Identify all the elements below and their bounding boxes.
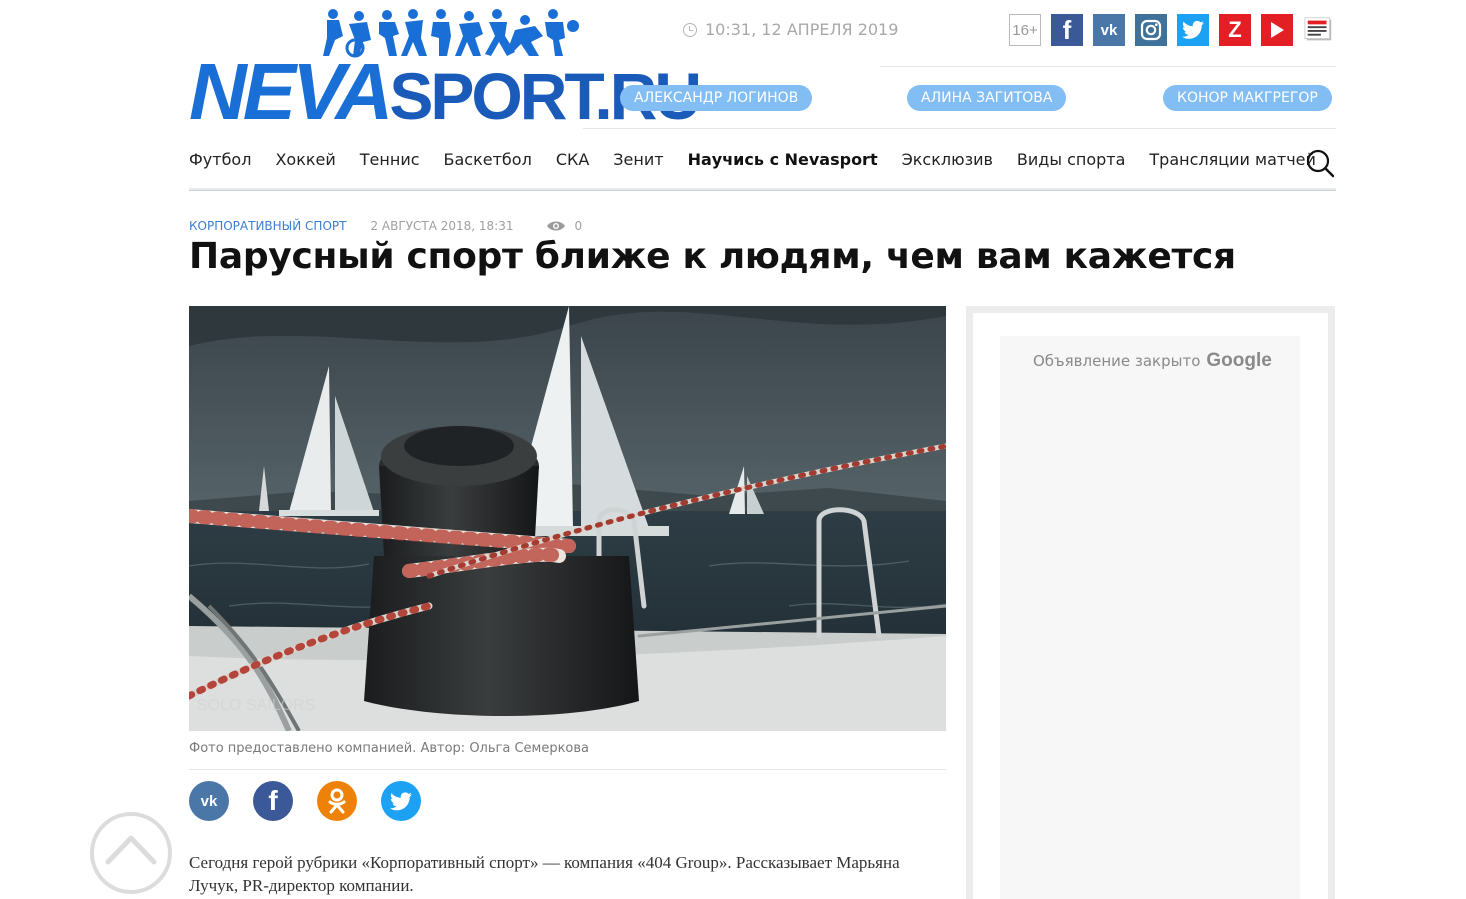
trending-tag[interactable]: АЛЕКСАНДР ЛОГИНОВ (620, 85, 813, 111)
photo-caption: Фото предоставлено компанией. Автор: Оль… (189, 741, 590, 756)
trending-tag[interactable]: КОНОР МАКГРЕГОР (1163, 85, 1332, 111)
datetime-text: 10:31, 12 АПРЕЛЯ 2019 (705, 20, 899, 39)
nav-item-tennis[interactable]: Теннис (360, 150, 420, 169)
vk-share-icon[interactable]: vk (189, 781, 229, 821)
photo-watermark-line: SOLO SAILORS (197, 697, 315, 714)
twitter-icon[interactable] (1177, 14, 1209, 46)
nav-item-zenit[interactable]: Зенит (613, 150, 663, 169)
nav-item-exclusive[interactable]: Эксклюзив (902, 150, 993, 169)
youtube-icon[interactable] (1261, 14, 1293, 46)
eye-icon (546, 221, 565, 231)
header-divider (880, 66, 1336, 67)
article-photo: SOLO SAILORS (189, 306, 946, 731)
header-social-links: 16+ f vk Z (1009, 14, 1335, 46)
view-count: 0 (574, 219, 583, 233)
clock-icon (683, 22, 697, 37)
article-lead: Сегодня герой рубрики «Корпоративный спо… (189, 853, 900, 895)
nav-item-sports[interactable]: Виды спорта (1017, 150, 1125, 169)
trending-tag[interactable]: АЛИНА ЗАГИТОВА (907, 85, 1067, 111)
news-icon[interactable] (1303, 14, 1335, 46)
share-buttons: vk f (189, 781, 421, 821)
google-logo: Google (1206, 350, 1272, 371)
article-meta: КОРПОРАТИВНЫЙ СПОРТ 2 АВГУСТА 2018, 18:3… (189, 219, 582, 233)
nav-item-basketball[interactable]: Баскетбол (444, 150, 532, 169)
main-navigation: Футбол Хоккей Теннис Баскетбол СКА Зенит… (189, 150, 1316, 169)
current-datetime: 10:31, 12 АПРЕЛЯ 2019 (683, 20, 898, 39)
logo-neva: NEVA (189, 47, 393, 136)
nav-item-hockey[interactable]: Хоккей (275, 150, 335, 169)
nav-item-broadcasts[interactable]: Трансляции матчей (1149, 150, 1316, 169)
scroll-to-top-button[interactable] (90, 812, 172, 894)
nav-item-learn[interactable]: Научись с Nevasport (688, 150, 878, 169)
article-category[interactable]: КОРПОРАТИВНЫЙ СПОРТ (189, 219, 346, 233)
site-logo[interactable]: NEVASPORT.RU (189, 6, 702, 132)
nav-divider (583, 128, 1336, 129)
ad-closed-text: Объявление закрыто (1033, 352, 1201, 370)
facebook-icon[interactable]: f (1051, 14, 1083, 46)
ad-closed-notice: Объявление закрыто Google (1033, 350, 1272, 372)
instagram-icon[interactable] (1135, 14, 1167, 46)
article-date: 2 АВГУСТА 2018, 18:31 (370, 219, 514, 233)
ad-slot (1000, 336, 1300, 899)
vk-icon[interactable]: vk (1093, 14, 1125, 46)
nav-item-ska[interactable]: СКА (556, 150, 589, 169)
search-icon[interactable] (1305, 148, 1335, 178)
nav-bottom-border (189, 188, 1336, 191)
twitter-share-icon[interactable] (381, 781, 421, 821)
zen-icon[interactable]: Z (1219, 14, 1251, 46)
nav-item-football[interactable]: Футбол (189, 150, 251, 169)
chevron-up-icon (105, 835, 157, 865)
caption-divider (189, 769, 946, 770)
odnoklassniki-share-icon[interactable] (317, 781, 357, 821)
facebook-share-icon[interactable]: f (253, 781, 293, 821)
age-rating-badge: 16+ (1009, 14, 1041, 46)
article-title: Парусный спорт ближе к людям, чем вам ка… (189, 236, 1236, 277)
